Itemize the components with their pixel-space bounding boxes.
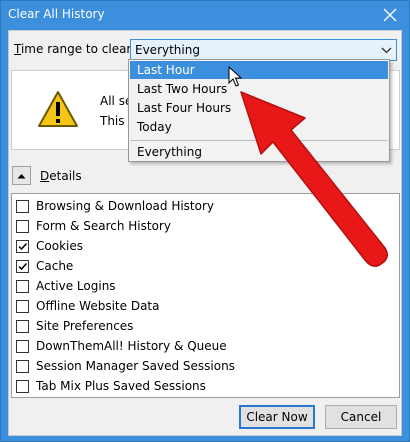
checkbox[interactable] — [16, 319, 29, 333]
list-item[interactable]: Session Manager Saved Sessions — [16, 356, 235, 376]
list-item[interactable]: Form & Search History — [16, 216, 171, 236]
chevron-up-icon — [17, 173, 26, 178]
cancel-button[interactable]: Cancel — [325, 405, 397, 429]
list-item[interactable]: Offline Website Data — [16, 296, 160, 316]
clear-now-button[interactable]: Clear Now — [239, 405, 315, 429]
checkmark-icon — [18, 242, 28, 250]
details-toggle-button[interactable] — [12, 166, 31, 185]
list-item[interactable]: Tab Mix Plus Saved Sessions — [16, 376, 206, 396]
list-item[interactable]: Cache — [16, 256, 73, 276]
chevron-down-icon — [381, 47, 392, 54]
time-range-value: Everything — [135, 43, 200, 57]
checkbox[interactable] — [16, 199, 29, 213]
time-range-label: Time range to clear: — [14, 42, 136, 56]
details-label: Details — [40, 169, 82, 183]
option-last-hour[interactable]: Last Hour — [130, 61, 388, 79]
checkbox[interactable] — [16, 259, 29, 273]
warning-icon — [38, 91, 78, 127]
close-button[interactable] — [375, 2, 405, 28]
window-title: Clear All History — [8, 7, 105, 21]
list-item[interactable]: DownThemAll! History & Queue — [16, 336, 227, 356]
checkbox[interactable] — [16, 239, 29, 253]
list-item[interactable]: Browsing & Download History — [16, 196, 214, 216]
time-range-select[interactable]: Everything — [130, 39, 397, 61]
checkbox[interactable] — [16, 379, 29, 393]
checkmark-icon — [18, 262, 28, 270]
red-arrow-annotation — [240, 91, 388, 267]
checkbox[interactable] — [16, 359, 29, 373]
list-item[interactable]: Cookies — [16, 236, 83, 256]
close-icon — [383, 8, 397, 22]
checkbox[interactable] — [16, 299, 29, 313]
checkbox[interactable] — [16, 219, 29, 233]
list-item[interactable]: Site Preferences — [16, 316, 133, 336]
checkbox[interactable] — [16, 339, 29, 353]
title-bar: Clear All History — [1, 1, 409, 30]
checkbox[interactable] — [16, 279, 29, 293]
list-item[interactable]: Active Logins — [16, 276, 116, 296]
